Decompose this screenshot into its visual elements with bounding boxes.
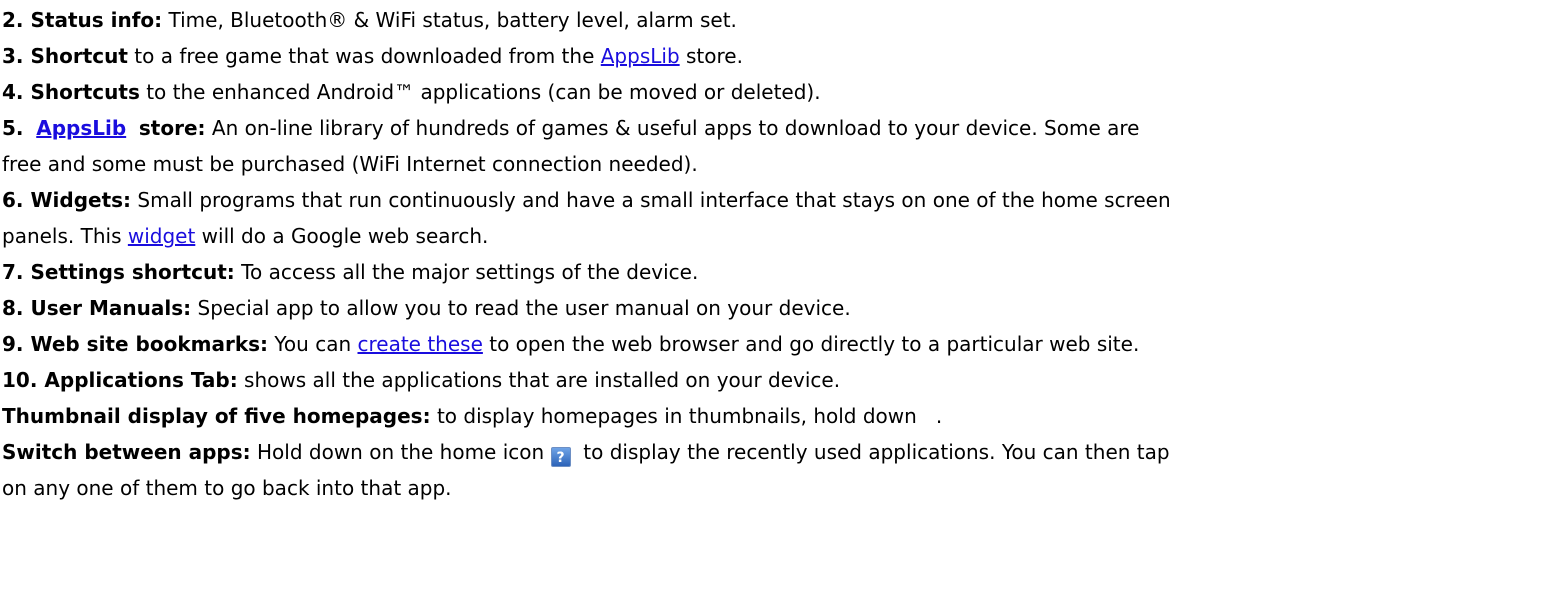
item-status-info: 2. Status info: Time, Bluetooth® & WiFi … bbox=[2, 2, 1538, 38]
item-label: 2. Status info: bbox=[2, 8, 163, 32]
create-these-link[interactable]: create these bbox=[358, 332, 483, 356]
item-web-site-bookmarks: 9. Web site bookmarks: You can create th… bbox=[2, 326, 1538, 362]
item-number: 5. bbox=[2, 116, 24, 140]
item-text: Special app to allow you to read the use… bbox=[191, 296, 851, 320]
item-text: You can bbox=[268, 332, 358, 356]
item-text: panels. This bbox=[2, 224, 128, 248]
item-text: Time, Bluetooth® & WiFi status, battery … bbox=[162, 8, 737, 32]
item-label: store: bbox=[138, 116, 206, 140]
item-text: Small programs that run continuously and… bbox=[131, 188, 1171, 212]
item-label: 7. Settings shortcut: bbox=[2, 260, 235, 284]
item-label: 8. User Manuals: bbox=[2, 296, 192, 320]
item-text: to the enhanced Android™ applications (c… bbox=[139, 80, 821, 104]
appslib-store-link[interactable]: AppsLib bbox=[36, 116, 126, 140]
item-text: shows all the applications that are inst… bbox=[237, 368, 841, 392]
item-label: 6. Widgets: bbox=[2, 188, 132, 212]
appslib-link[interactable]: AppsLib bbox=[601, 44, 680, 68]
item-applications-tab: 10. Applications Tab: shows all the appl… bbox=[2, 362, 1538, 398]
item-switch-apps-continued: on any one of them to go back into that … bbox=[2, 470, 1538, 506]
item-label: 3. Shortcut bbox=[2, 44, 128, 68]
item-label: Switch between apps: bbox=[2, 440, 251, 464]
item-switch-apps: Switch between apps: Hold down on the ho… bbox=[2, 434, 1538, 470]
item-widgets: 6. Widgets: Small programs that run cont… bbox=[2, 182, 1538, 218]
item-text: to open the web browser and go directly … bbox=[482, 332, 1140, 356]
item-text: An on-line library of hundreds of games … bbox=[205, 116, 1140, 140]
item-text: on any one of them to go back into that … bbox=[2, 476, 452, 500]
item-user-manuals: 8. User Manuals: Special app to allow yo… bbox=[2, 290, 1538, 326]
item-label: Thumbnail display of five homepages: bbox=[2, 404, 431, 428]
item-text: will do a Google web search. bbox=[195, 224, 489, 248]
item-label: 10. Applications Tab: bbox=[2, 368, 238, 392]
item-shortcuts: 4. Shortcuts to the enhanced Android™ ap… bbox=[2, 74, 1538, 110]
item-text: Hold down on the home icon bbox=[250, 440, 551, 464]
item-label: 4. Shortcuts bbox=[2, 80, 140, 104]
document-body: 2. Status info: Time, Bluetooth® & WiFi … bbox=[0, 0, 1538, 506]
widget-link[interactable]: widget bbox=[128, 224, 195, 248]
item-widgets-continued: panels. This widget will do a Google web… bbox=[2, 218, 1538, 254]
item-appslib-store-continued: free and some must be purchased (WiFi In… bbox=[2, 146, 1538, 182]
item-appslib-store: 5. AppsLib store: An on-line library of … bbox=[2, 110, 1538, 146]
home-help-icon: ? bbox=[550, 447, 571, 467]
item-settings-shortcut: 7. Settings shortcut: To access all the … bbox=[2, 254, 1538, 290]
item-text: free and some must be purchased (WiFi In… bbox=[2, 152, 698, 176]
item-label: 9. Web site bookmarks: bbox=[2, 332, 269, 356]
item-text: to display homepages in thumbnails, hold… bbox=[430, 404, 943, 428]
item-text: to a free game that was downloaded from … bbox=[127, 44, 601, 68]
item-text: store. bbox=[679, 44, 743, 68]
item-thumbnail-display: Thumbnail display of five homepages: to … bbox=[2, 398, 1538, 434]
item-text: To access all the major settings of the … bbox=[234, 260, 699, 284]
item-text: to display the recently used application… bbox=[570, 440, 1170, 464]
item-shortcut: 3. Shortcut to a free game that was down… bbox=[2, 38, 1538, 74]
